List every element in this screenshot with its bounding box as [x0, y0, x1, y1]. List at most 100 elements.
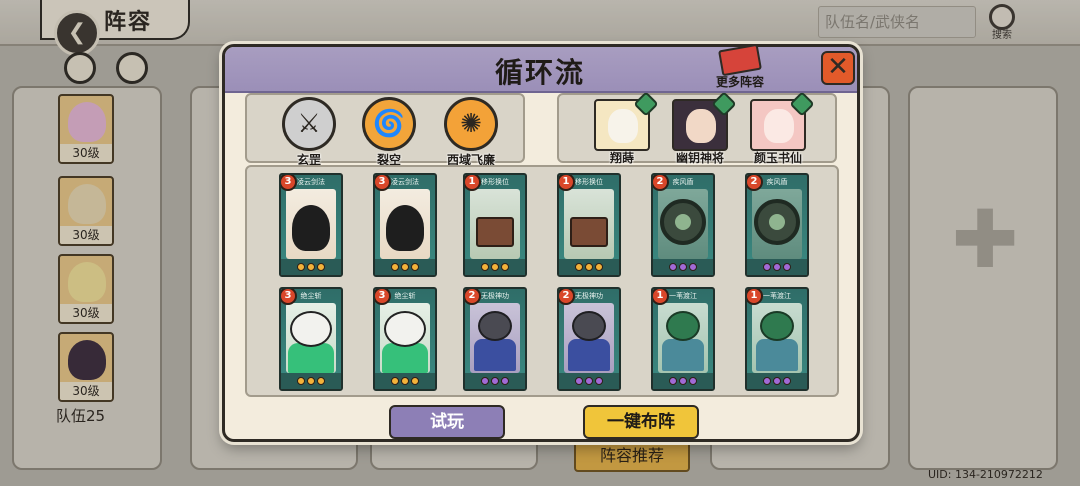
close-icon: ✕	[827, 52, 849, 82]
skill-card[interactable]: 移形换位 1	[557, 173, 621, 277]
rank-pip-icon	[679, 377, 687, 385]
skill-card[interactable]: 绝尘斩 3	[373, 287, 437, 391]
wind-blade-icon: 🌀	[362, 97, 416, 151]
skill-card[interactable]: 无极神功 2	[463, 287, 527, 391]
card-art	[752, 189, 802, 259]
card-rank-pips	[465, 259, 525, 275]
rank-pip-icon	[491, 377, 499, 385]
card-art	[380, 189, 430, 259]
skill-card[interactable]: 凌云剑法 3	[373, 173, 437, 277]
hero-item[interactable]: 颜玉书仙	[745, 91, 815, 165]
rank-pip-icon	[297, 263, 305, 271]
owl-figure-icon	[386, 205, 424, 251]
card-art	[380, 303, 430, 373]
lineup-modal: 循环流 更多阵容 ✕ ⚔ 玄罡 🌀 裂空 ✺ 西域飞廉 翔蒔 幽钥神将 颜玉书仙…	[222, 43, 860, 442]
rank-pip-icon	[763, 377, 771, 385]
card-art	[752, 303, 802, 373]
card-rank-pips	[281, 373, 341, 389]
card-cost: 2	[747, 175, 763, 191]
rank-pip-icon	[575, 263, 583, 271]
rank-pip-icon	[669, 263, 677, 271]
rank-pip-icon	[575, 377, 583, 385]
auto-deploy-button[interactable]: 一键布阵	[583, 405, 699, 439]
card-cost: 3	[281, 175, 297, 191]
skill-card[interactable]: 一苇渡江 1	[745, 287, 809, 391]
card-rank-pips	[281, 259, 341, 275]
rank-pip-icon	[689, 377, 697, 385]
frog-icon	[666, 311, 700, 341]
rank-pip-icon	[411, 263, 419, 271]
try-button[interactable]: 试玩	[389, 405, 505, 439]
hero-name: 颜玉书仙	[753, 151, 802, 165]
card-art	[286, 189, 336, 259]
rank-pip-icon	[481, 263, 489, 271]
frog-icon	[760, 311, 794, 341]
card-art	[470, 303, 520, 373]
owl-figure-icon	[292, 205, 330, 251]
card-art	[658, 303, 708, 373]
card-cost: 3	[375, 175, 391, 191]
card-art	[470, 189, 520, 259]
panda-icon	[290, 311, 332, 347]
raccoon-icon	[478, 311, 512, 341]
rank-pip-icon	[595, 377, 603, 385]
rank-pip-icon	[585, 377, 593, 385]
rank-pip-icon	[391, 377, 399, 385]
rank-pip-icon	[783, 377, 791, 385]
more-lineups-label: 更多阵容	[715, 75, 764, 89]
rank-pip-icon	[317, 377, 325, 385]
book-icon	[718, 43, 762, 77]
weapon-item[interactable]: ✺ 西域飞廉	[433, 97, 509, 167]
weapons-panel: ⚔ 玄罡 🌀 裂空 ✺ 西域飞廉	[245, 93, 525, 167]
close-button[interactable]: ✕	[821, 51, 855, 85]
weapon-item[interactable]: 🌀 裂空	[351, 97, 427, 167]
shield-disc-icon	[660, 199, 706, 245]
skill-card[interactable]: 一苇渡江 1	[651, 287, 715, 391]
rank-pip-icon	[689, 263, 697, 271]
card-rank-pips	[559, 373, 619, 389]
rank-pip-icon	[501, 263, 509, 271]
card-art	[286, 303, 336, 373]
card-cost: 1	[465, 175, 481, 191]
hero-name: 翔蒔	[609, 151, 634, 165]
rank-pip-icon	[679, 263, 687, 271]
rank-pip-icon	[401, 263, 409, 271]
raccoon-icon	[572, 311, 606, 341]
cards-panel: 凌云剑法 3 凌云剑法 3 移形换位 1 移形换位 1 疾风盾 2 疾风盾 2 绝尘斩 3 绝尘斩 3 无极神功…	[245, 165, 839, 397]
rank-pip-icon	[585, 263, 593, 271]
skill-card[interactable]: 移形换位 1	[463, 173, 527, 277]
rank-pip-icon	[307, 377, 315, 385]
skill-card[interactable]: 疾风盾 2	[745, 173, 809, 277]
modal-title: 循环流	[495, 56, 586, 89]
rank-pip-icon	[297, 377, 305, 385]
rank-pip-icon	[501, 377, 509, 385]
rank-pip-icon	[595, 263, 603, 271]
card-cost: 1	[653, 289, 669, 305]
shield-disc-icon	[754, 199, 800, 245]
rank-pip-icon	[391, 263, 399, 271]
hero-item[interactable]: 翔蒔	[589, 91, 659, 165]
weapon-item[interactable]: ⚔ 玄罡	[271, 97, 347, 167]
rank-pip-icon	[317, 263, 325, 271]
rank-pip-icon	[307, 263, 315, 271]
card-cost: 2	[559, 289, 575, 305]
rank-pip-icon	[401, 377, 409, 385]
skill-card[interactable]: 无极神功 2	[557, 287, 621, 391]
skill-card[interactable]: 疾风盾 2	[651, 173, 715, 277]
card-cost: 1	[559, 175, 575, 191]
heroes-panel: 翔蒔 幽钥神将 颜玉书仙	[557, 91, 837, 165]
rank-pip-icon	[773, 263, 781, 271]
card-cost: 1	[747, 289, 763, 305]
card-rank-pips	[465, 373, 525, 389]
rank-pip-icon	[481, 377, 489, 385]
card-cost: 3	[375, 289, 391, 305]
panda-icon	[384, 311, 426, 347]
skill-card[interactable]: 绝尘斩 3	[279, 287, 343, 391]
card-rank-pips	[375, 373, 435, 389]
modal-header: 循环流 更多阵容 ✕	[225, 43, 857, 93]
more-lineups-button[interactable]: 更多阵容	[705, 43, 775, 91]
card-art	[564, 189, 614, 259]
card-cost: 3	[281, 289, 297, 305]
hero-item[interactable]: 幽钥神将	[667, 91, 737, 165]
skill-card[interactable]: 凌云剑法 3	[279, 173, 343, 277]
